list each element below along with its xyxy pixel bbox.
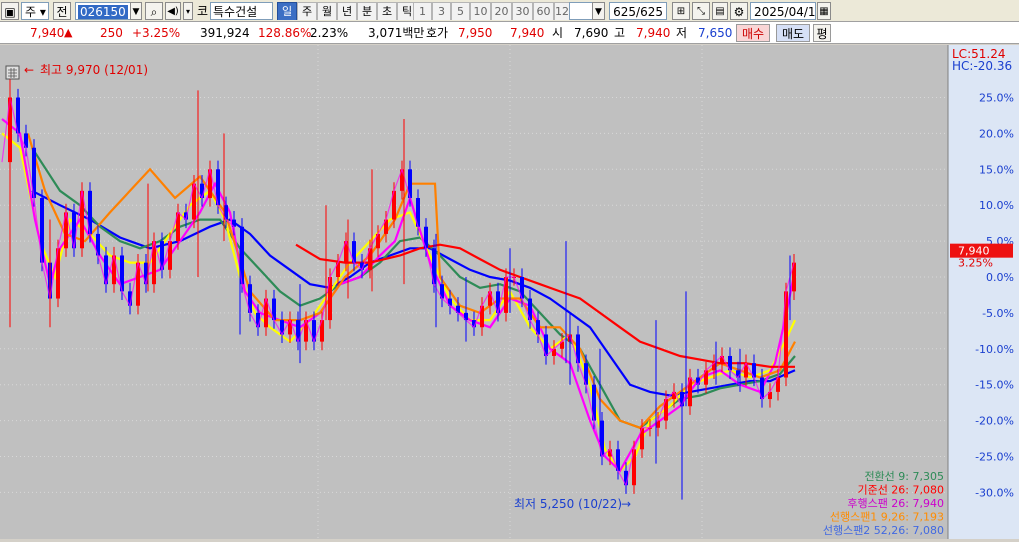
quote-bar: 7,940 ▲ 250 +3.25% 391,924 128.86% 2.23%… [0,22,1019,44]
ichimoku-chart[interactable]: 25.0%20.0%15.0%10.0%5.0%0.0%-5.0%-10.0%-… [0,45,1019,539]
sell-button[interactable]: 매도 [776,24,810,42]
y-tick-label: 0.0% [986,271,1014,284]
current-pct-label: 3.25% [958,257,993,270]
low-price: 7,650 [698,26,733,40]
period-value: 주 [25,5,37,19]
y-tick-label: -25.0% [975,451,1014,464]
y-tick-label: 15.0% [979,163,1014,176]
compare-icon[interactable]: ⊞ [672,2,690,20]
legend-item: 전환선 9: 7,305 [864,470,944,483]
legend-item: 기준선 26: 7,080 [857,484,944,497]
turnover: 2.23% [310,26,349,40]
low-annotation: 최저 5,250 (10/22) [514,497,622,511]
y-tick-label: 10.0% [979,199,1014,212]
period-tabs: 일 주 월 년 분 초 틱 [277,2,417,20]
high-arrow-icon: ← [24,63,34,77]
evaluate-button[interactable]: 평 [813,24,831,42]
interval-60[interactable]: 60 [533,2,554,20]
y-tick-label: -10.0% [975,343,1014,356]
calendar-icon[interactable]: ▦ [817,2,831,20]
chart-area[interactable]: 25.0% 20.0% 15.0% 10.0% 5.0% 0.0% -5.0% -10.0% -… [0,45,1019,539]
tab-minute[interactable]: 분 [357,2,377,20]
y-tick-label: 20.0% [979,127,1014,140]
toolbar: ▣ 주 ▾ 전 026150 ▼ ⌕ ◀) ▾ 코 특수건설 일 주 월 년 분… [0,0,1019,22]
gear-icon[interactable]: ⚙ [730,2,748,20]
bid-price: 7,940 [510,26,545,40]
chart-menu-icon[interactable]: ▣ [1,2,19,20]
y-tick-label: -20.0% [975,415,1014,428]
interval-10[interactable]: 10 [470,2,491,20]
crosshair-icon[interactable]: ⤡ [692,2,710,20]
search-icon[interactable]: ⌕ [145,2,163,20]
hc-label: HC:-20.36 [952,59,1012,73]
prev-button[interactable]: 전 [53,2,71,20]
price-change-pct: +3.25% [132,26,181,40]
ask-price: 7,950 [458,26,493,40]
market-badge: 코 [197,4,209,18]
y-tick-label: -30.0% [975,486,1014,499]
tab-month[interactable]: 월 [317,2,337,20]
interval-buttons: 1 3 5 10 20 30 60 120 [413,2,569,20]
tab-year[interactable]: 년 [337,2,357,20]
legend-item: 후행스팬 26: 7,940 [847,497,944,510]
save-icon[interactable]: ▤ [712,2,728,20]
high-price: 7,940 [636,26,671,40]
code-dropdown-icon[interactable]: ▼ [130,2,142,20]
low-label: 저 [676,26,688,40]
date-field[interactable]: 2025/04/18 [750,2,816,20]
plot-background [0,45,948,539]
speaker-dropdown-icon[interactable]: ▾ [183,2,193,20]
interval-20[interactable]: 20 [491,2,512,20]
interval-1[interactable]: 1 [413,2,432,20]
count-field[interactable]: 625/625 [609,2,667,20]
tab-day[interactable]: 일 [277,2,297,20]
price-change: 250 [100,26,123,40]
high-label: 고 [614,26,626,40]
y-tick-label: -5.0% [982,307,1014,320]
tab-week[interactable]: 주 [297,2,317,20]
high-annotation: 최고 9,970 (12/01) [40,63,148,77]
stock-name-value: 특수건설 [213,5,258,19]
y-tick-label: -15.0% [975,379,1014,392]
interval-5[interactable]: 5 [451,2,470,20]
stock-name-field[interactable]: 특수건설 [210,2,273,20]
y-axis-panel [948,45,1019,539]
interval-120[interactable]: 120 [554,2,569,20]
ask-label: 호가 [426,26,449,40]
stock-code-value: 026150 [78,5,128,19]
up-arrow-icon: ▲ [64,26,73,39]
open-label: 시 [552,26,564,40]
volume-ratio: 128.86% [258,26,312,40]
interval-dropdown-icon[interactable]: ▼ [592,2,605,20]
period-select[interactable]: 주 ▾ [21,2,49,20]
interval-3[interactable]: 3 [432,2,451,20]
volume: 391,924 [200,26,250,40]
current-price: 7,940 [30,26,65,40]
chart-settings-icon[interactable] [5,65,20,80]
low-arrow-icon: → [621,497,631,511]
legend-item: 선행스팬1 9,26: 7,193 [830,511,944,524]
legend-item: 선행스팬2 52,26: 7,080 [823,524,944,537]
buy-button[interactable]: 매수 [736,24,770,42]
open-price: 7,690 [574,26,609,40]
speaker-icon[interactable]: ◀) [165,2,181,20]
y-tick-label: 25.0% [979,92,1014,105]
trade-amount: 3,071백만 [368,26,425,40]
tab-second[interactable]: 초 [377,2,397,20]
interval-30[interactable]: 30 [512,2,533,20]
